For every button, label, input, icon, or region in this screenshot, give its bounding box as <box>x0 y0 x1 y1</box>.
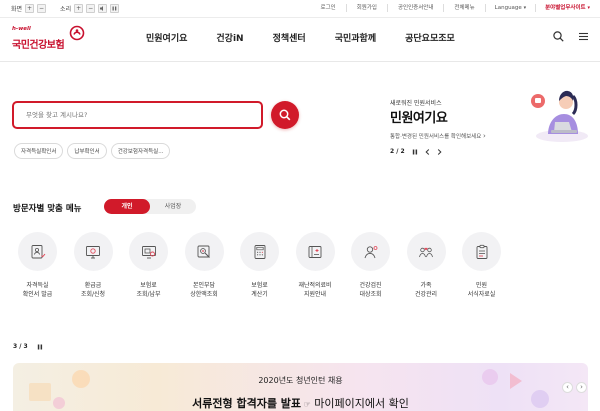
quick-menu-item[interactable]: 가족 건강관리 <box>406 232 446 299</box>
pause-icon[interactable] <box>412 149 418 155</box>
promo-subtitle: 2020년도 청년인턴 채용 <box>258 376 343 385</box>
sound-play-button[interactable] <box>98 4 108 13</box>
nav-item-civil-service[interactable]: 민원여기요 <box>146 31 187 44</box>
quick-menu-item[interactable]: 환급금 조회/신청 <box>73 232 113 299</box>
quick-menu-item[interactable]: 재난적의료비 지원안내 <box>295 232 335 299</box>
quick-menu-item[interactable]: 본인부담 상한액조회 <box>184 232 224 299</box>
certificate-guide-link[interactable]: 공인인증서안내 <box>386 4 443 12</box>
sound-decrease-button[interactable]: − <box>86 4 96 13</box>
family-site-select[interactable]: 분야별업무사이트 ▾ <box>535 4 590 12</box>
logo-subtitle: h-well <box>12 26 31 32</box>
nav-item-with-citizens[interactable]: 국민과함께 <box>335 31 376 44</box>
language-label: Language <box>494 5 522 11</box>
nav-item-policy-center[interactable]: 정책센터 <box>273 31 306 44</box>
banner-eyebrow: 새로워진 민원서비스 <box>390 100 442 107</box>
banner-page-indicator: 2 / 2 <box>390 148 405 155</box>
text-size-label: 화면 <box>11 6 23 13</box>
main-header: h-well 국민건강보험 민원여기요 건강iN 정책센터 국민과함께 공단요모… <box>0 18 600 62</box>
visitor-type-tabs: 개인 사업장 <box>104 199 196 214</box>
sound-increase-button[interactable]: + <box>74 4 84 13</box>
nav-item-health-in[interactable]: 건강iN <box>216 31 243 44</box>
document-search-icon <box>197 245 210 258</box>
quick-menu-item[interactable]: 보험료 조회/납부 <box>129 232 168 299</box>
chevron-down-icon: ▾ <box>523 5 527 11</box>
medical-support-icon <box>308 245 322 258</box>
chevron-down-icon: ▾ <box>587 5 590 11</box>
accessibility-controls: 화면 + − 소리 + − <box>11 4 120 13</box>
id-card-icon <box>31 244 45 258</box>
section-title: 방문자별 맞춤 메뉴 <box>13 204 82 214</box>
speaker-icon <box>100 6 104 11</box>
nav-item-about-corporation[interactable]: 공단요모조모 <box>405 31 455 44</box>
tab-individual[interactable]: 개인 <box>104 199 150 214</box>
text-size-decrease-button[interactable]: − <box>37 4 47 13</box>
health-checkup-icon <box>364 245 377 258</box>
hand-pointer-icon: ☞ <box>301 400 311 409</box>
sound-label: 소리 <box>60 6 72 13</box>
chevron-left-icon[interactable] <box>425 148 430 155</box>
quick-menu-item[interactable]: 보험료 계산기 <box>240 232 279 299</box>
arrow-right-icon: › <box>483 132 486 140</box>
promo-next-button[interactable]: › <box>576 382 587 393</box>
person-laptop-illustration <box>531 90 588 142</box>
promo-title: 서류전형 합격자를 발표 ☞ 마이페이지에서 확인 <box>192 397 409 410</box>
main-navigation: 민원여기요 건강iN 정책센터 국민과함께 공단요모조모 <box>146 31 484 44</box>
quick-menu-item[interactable]: 건강검진 대상조회 <box>351 232 390 299</box>
search-icon <box>279 109 291 121</box>
pause-icon[interactable] <box>37 344 43 350</box>
sound-stop-button[interactable] <box>110 4 120 13</box>
search-tag[interactable]: 자격득실확인서 <box>14 143 64 159</box>
banner-title[interactable]: 민원여기요 <box>390 107 448 126</box>
search-tag[interactable]: 납부확인서 <box>67 143 107 159</box>
tab-business[interactable]: 사업장 <box>150 199 196 214</box>
text-size-increase-button[interactable]: + <box>25 4 35 13</box>
site-logo[interactable]: h-well 국민건강보험 <box>12 25 85 55</box>
language-select[interactable]: Language ▾ <box>484 4 535 12</box>
search-input[interactable] <box>26 104 226 126</box>
pause-icon <box>112 6 117 11</box>
hamburger-menu-icon[interactable] <box>578 31 589 42</box>
calculator-icon <box>254 244 265 259</box>
utility-links: 로그인 회원가입 공인인증서안내 전체메뉴 Language ▾ 분야별업무사이… <box>311 4 590 12</box>
search-box <box>12 101 263 129</box>
banner-description[interactable]: 통합·변경된 민원서비스를 확인해보세요 › <box>390 132 486 140</box>
menu-pager: 3 / 3 <box>13 343 43 350</box>
signup-link[interactable]: 회원가입 <box>345 4 387 12</box>
menu-page-indicator: 3 / 3 <box>13 343 28 350</box>
search-button[interactable] <box>271 101 299 129</box>
promo-banner[interactable]: 2020년도 청년인턴 채용 서류전형 합격자를 발표 ☞ 마이페이지에서 확인… <box>13 363 588 411</box>
family-icon <box>419 247 433 257</box>
popular-search-tags: 자격득실확인서 납부확인서 건강보험자격득실... <box>14 143 171 159</box>
logo-title: 국민건강보험 <box>12 40 65 51</box>
form-clipboard-icon <box>476 244 487 259</box>
quick-menu-item[interactable]: 자격득실 확인서 발급 <box>18 232 57 299</box>
chevron-right-icon[interactable] <box>437 148 442 155</box>
quick-menu-list: 자격득실 확인서 발급 환급금 조회/신청 보험료 조회/납부 본인부담 상한액… <box>18 232 501 299</box>
promo-prev-button[interactable]: ‹ <box>562 382 573 393</box>
monitor-refund-icon <box>86 245 100 258</box>
search-tag[interactable]: 건강보험자격득실... <box>110 143 171 159</box>
utility-bar: 화면 + − 소리 + − 로그인 회원가입 공인인증서안내 전체메뉴 Lang… <box>0 0 600 18</box>
quick-menu-item[interactable]: 민원 서식자료실 <box>462 232 501 299</box>
header-actions <box>553 31 589 42</box>
monitor-insurance-icon <box>141 245 156 258</box>
banner-pager: 2 / 2 <box>390 148 442 155</box>
family-site-label: 분야별업무사이트 <box>545 5 586 11</box>
logo-mark-icon <box>69 25 85 41</box>
search-icon[interactable] <box>553 31 564 42</box>
all-menu-link[interactable]: 전체메뉴 <box>443 4 484 12</box>
login-link[interactable]: 로그인 <box>311 4 346 12</box>
